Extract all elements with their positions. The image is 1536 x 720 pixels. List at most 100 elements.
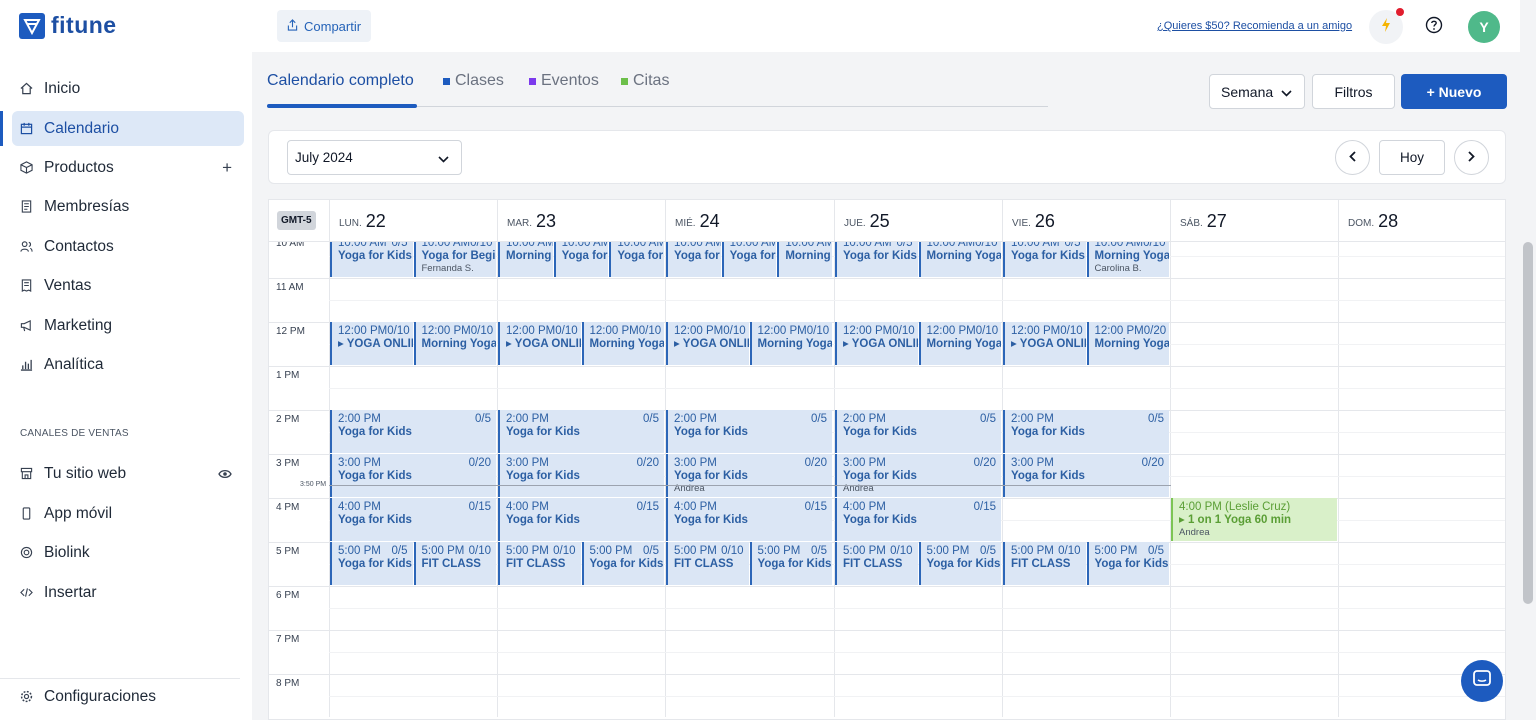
calendar-event[interactable]: 5:00 PM 0/5 Yoga for Kids (1086, 542, 1169, 585)
calendar-event[interactable]: 12:00 PM0/10▸ YOGA ONLINE (1003, 322, 1086, 365)
calendar-event[interactable]: 12:00 PM 0/10 Morning Yoga (918, 322, 1001, 365)
help-button[interactable] (1417, 10, 1451, 44)
calendar-event[interactable]: 3:00 PM 0/20 Yoga for Kids Andrea (835, 454, 1001, 497)
current-time-line (329, 485, 1171, 486)
calendar-event[interactable]: 2:00 PM 0/5 Yoga for Kids (1003, 410, 1169, 453)
document-icon (18, 199, 34, 215)
event-capacity: 0/10 (806, 325, 830, 337)
event-name: ▸ YOGA ONLINE (1011, 338, 1086, 350)
calendar-event[interactable]: 3:00 PM 0/20 Yoga for Kids (330, 454, 496, 497)
day-header[interactable]: SÁB. 27 (1170, 200, 1338, 242)
calendar-event[interactable]: 12:00 PM0/10▸ YOGA ONLINE (666, 322, 749, 365)
sidebar-item-marketing[interactable]: Marketing (12, 308, 244, 343)
sidebar-item-calendario[interactable]: Calendario (12, 111, 244, 146)
calendar-event[interactable]: 2:00 PM 0/5 Yoga for Kids (666, 410, 832, 453)
sidebar-item-membresias[interactable]: Membresías (12, 189, 244, 224)
today-button[interactable]: Hoy (1379, 140, 1445, 175)
logo[interactable]: fitune (19, 12, 117, 39)
calendar-event[interactable]: 5:00 PM 0/10 FIT CLASS (413, 542, 496, 585)
calendar-event[interactable]: 12:00 PM0/10▸ YOGA ONLINE (835, 322, 918, 365)
day-header[interactable]: MIÉ. 24 (665, 200, 833, 242)
event-time: 2:00 PM 0/5 (843, 413, 1001, 426)
day-header[interactable]: LUN. 22 (329, 200, 497, 242)
calendar-event[interactable]: 12:00 PM 0/10 Morning Yoga (749, 322, 832, 365)
calendar-event[interactable]: 2:00 PM 0/5 Yoga for Kids (330, 410, 496, 453)
referral-link[interactable]: ¿Quieres $50? Recomienda a un amigo (1157, 20, 1352, 32)
avatar[interactable]: Y (1468, 11, 1500, 43)
calendar-event[interactable]: 2:00 PM 0/5 Yoga for Kids (835, 410, 1001, 453)
code-icon (18, 585, 34, 601)
event-start-time: 12:00 PM (843, 325, 893, 337)
calendar-event[interactable]: 4:00 PM 0/15 Yoga for Kids (666, 498, 832, 541)
event-name: Yoga for Kids (338, 514, 412, 526)
sidebar-item-biolink[interactable]: Biolink (12, 535, 244, 570)
event-start-time: 2:00 PM (338, 413, 381, 425)
add-product-icon[interactable]: + (222, 158, 232, 178)
calendar-event[interactable]: 5:00 PM 0/10 FIT CLASS (835, 542, 918, 585)
calendar-event[interactable]: 3:00 PM 0/20 Yoga for Kids (498, 454, 664, 497)
month-select[interactable]: July 2024 (287, 140, 462, 175)
calendar-event[interactable]: 5:00 PM 0/10 FIT CLASS (1003, 542, 1086, 585)
sidebar-item-ventas[interactable]: Ventas (12, 268, 244, 303)
lightning-icon (1380, 17, 1392, 38)
calendar-event[interactable]: 12:00 PM 0/10 Morning Yoga (581, 322, 664, 365)
sidebar-item-contactos[interactable]: Contactos (12, 229, 244, 264)
calendar-event[interactable]: 4:00 PM (Leslie Cruz) ▸ 1 on 1 Yoga 60 mi… (1171, 498, 1337, 541)
half-hour-gridline (329, 652, 1505, 653)
tab-label: Eventos (541, 72, 599, 89)
calendar-event[interactable]: 5:00 PM 0/5 Yoga for Kids (581, 542, 664, 585)
sidebar-item-inicio[interactable]: Inicio (12, 71, 244, 106)
event-time: 5:00 PM 0/5 (338, 545, 413, 558)
tab-calendario-completo[interactable]: Calendario completo (267, 72, 414, 90)
calendar-event[interactable]: 12:00 PM 0/10 Morning Yoga (413, 322, 496, 365)
calendar-event[interactable]: 12:00 PM0/10▸ YOGA ONLINE (330, 322, 413, 365)
day-header[interactable]: MAR. 23 (497, 200, 665, 242)
sidebar-item-configuraciones[interactable]: Configuraciones (0, 678, 240, 714)
event-time: 2:00 PM 0/5 (1011, 413, 1169, 426)
tab-clases[interactable]: Clases (443, 72, 504, 90)
event-capacity: 0/10 (1060, 325, 1083, 337)
calendar-event[interactable]: 5:00 PM 0/5 Yoga for Kids (918, 542, 1001, 585)
event-time: 12:00 PM 0/10 (506, 325, 581, 338)
calendar-event[interactable]: 12:00 PM 0/20 Morning Yoga (1086, 322, 1170, 365)
sidebar-item-app-movil[interactable]: App móvil (12, 496, 244, 531)
event-name: Yoga for Kids (926, 558, 1001, 570)
eye-icon[interactable] (218, 464, 232, 484)
calendar-event[interactable]: 5:00 PM 0/5 Yoga for Kids (330, 542, 413, 585)
event-start-time: 3:00 PM (674, 457, 717, 469)
event-time: 5:00 PM 0/10 (506, 545, 581, 558)
calendar-event[interactable]: 12:00 PM0/10▸ YOGA ONLINE (498, 322, 581, 365)
previous-week-button[interactable] (1335, 140, 1370, 175)
clases-color-square (443, 77, 450, 85)
calendar-event[interactable]: 4:00 PM 0/15 Yoga for Kids (498, 498, 664, 541)
sidebar-item-analitica[interactable]: Analítica (12, 347, 244, 382)
view-select[interactable]: Semana (1209, 74, 1305, 109)
calendar-event[interactable]: 4:00 PM 0/15 Yoga for Kids (330, 498, 496, 541)
sidebar-item-insertar[interactable]: Insertar (12, 575, 244, 610)
sidebar-item-productos[interactable]: Productos + (12, 150, 244, 185)
day-header[interactable]: JUE. 25 (834, 200, 1002, 242)
calendar-event[interactable]: 5:00 PM 0/5 Yoga for Kids (749, 542, 832, 585)
day-header[interactable]: DOM. 28 (1338, 200, 1505, 242)
calendar-event[interactable]: 5:00 PM 0/10 FIT CLASS (666, 542, 749, 585)
filters-button[interactable]: Filtros (1312, 74, 1395, 109)
share-button[interactable]: Compartir (277, 10, 372, 42)
chat-button[interactable] (1461, 660, 1503, 702)
hour-label: 5 PM (276, 546, 300, 557)
calendar-event[interactable]: 3:00 PM 0/20 Yoga for Kids (1003, 454, 1169, 497)
event-start-time: 5:00 PM (589, 545, 633, 557)
new-button[interactable]: + Nuevo (1401, 74, 1507, 109)
sidebar-item-sitio-web[interactable]: Tu sitio web (12, 456, 244, 491)
tab-eventos[interactable]: Eventos (529, 72, 599, 90)
calendar-event[interactable]: 4:00 PM 0/15 Yoga for Kids (835, 498, 1001, 541)
next-week-button[interactable] (1454, 140, 1489, 175)
calendar-event[interactable]: 2:00 PM 0/5 Yoga for Kids (498, 410, 664, 453)
calendar-event[interactable]: 5:00 PM 0/10 FIT CLASS (498, 542, 581, 585)
sidebar-item-label: Ventas (44, 276, 92, 294)
calendar-event[interactable]: 3:00 PM 0/20 Yoga for Kids Andrea (666, 454, 832, 497)
event-time: 12:00 PM 0/20 (1095, 325, 1170, 338)
tab-citas[interactable]: Citas (621, 72, 669, 90)
scrollbar-thumb[interactable] (1523, 242, 1533, 604)
event-name: Morning Yoga (506, 250, 553, 262)
day-header[interactable]: VIE. 26 (1002, 200, 1170, 242)
